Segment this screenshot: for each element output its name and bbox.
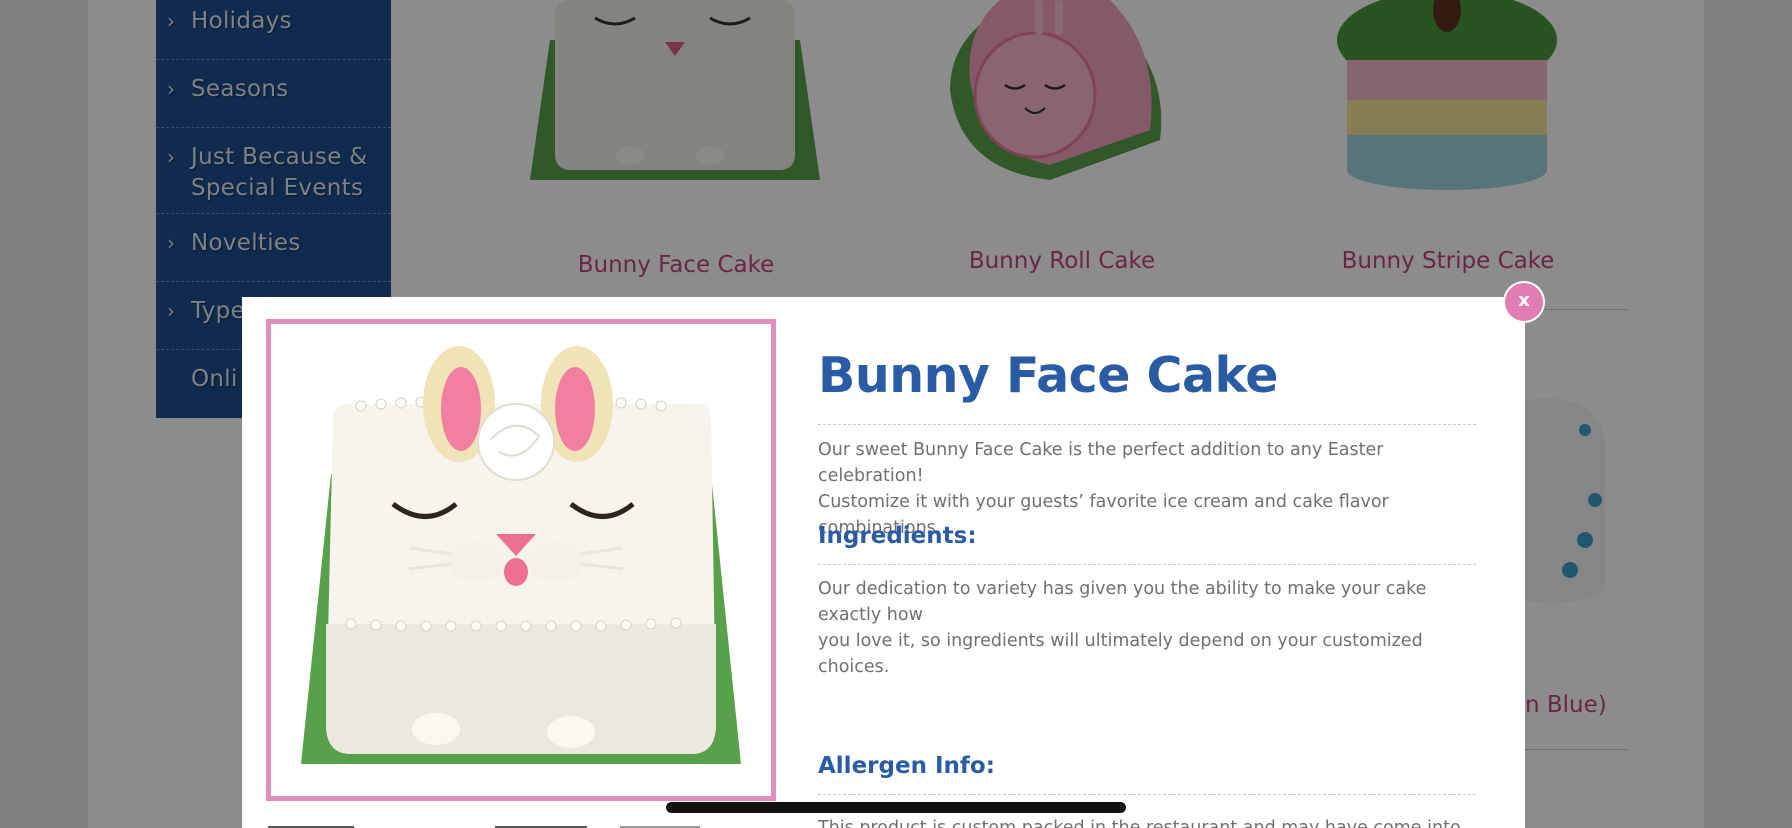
allergen-text: This product is custom packed in the res… <box>818 818 1461 828</box>
title-divider <box>818 424 1476 425</box>
close-modal-button[interactable]: x <box>1503 281 1545 323</box>
allergen-heading: Allergen Info: <box>818 753 995 779</box>
modal-title: Bunny Face Cake <box>818 347 1279 404</box>
ingredients-text: Our dedication to variety has given you … <box>818 576 1488 680</box>
product-image-frame <box>266 319 776 801</box>
ingredients-line: you love it, so ingredients will ultimat… <box>818 631 1423 677</box>
home-indicator-bar[interactable] <box>666 802 1126 813</box>
description-line: Our sweet Bunny Face Cake is the perfect… <box>818 440 1384 486</box>
ingredients-heading: Ingredients: <box>818 523 977 549</box>
ingredients-line: Our dedication to variety has given you … <box>818 579 1427 625</box>
ingredients-divider <box>818 564 1476 565</box>
product-detail-modal: Bunny Face Cake Our sweet Bunny Face Cak… <box>242 297 1525 828</box>
bunny-face-cake-image <box>301 346 741 764</box>
allergen-divider <box>818 794 1476 795</box>
